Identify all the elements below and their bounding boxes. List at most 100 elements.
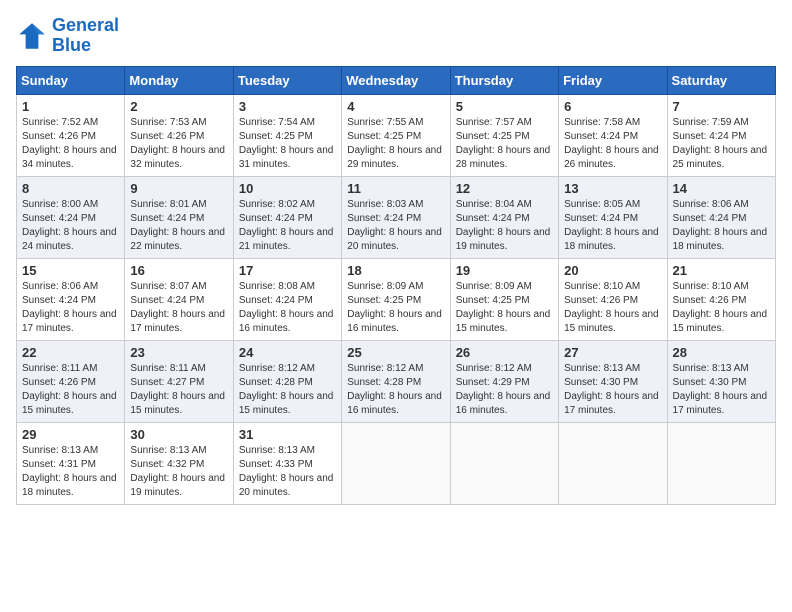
day-number: 20 bbox=[564, 263, 661, 278]
logo-text: General Blue bbox=[52, 16, 119, 56]
calendar-cell: 27 Sunrise: 8:13 AMSunset: 4:30 PMDayligh… bbox=[559, 340, 667, 422]
calendar-cell: 23 Sunrise: 8:11 AMSunset: 4:27 PMDayligh… bbox=[125, 340, 233, 422]
day-info: Sunrise: 8:09 AMSunset: 4:25 PMDaylight:… bbox=[456, 280, 553, 336]
day-info: Sunrise: 7:54 AMSunset: 4:25 PMDaylight:… bbox=[239, 116, 336, 172]
col-header-thursday: Thursday bbox=[450, 66, 558, 94]
calendar-cell: 28 Sunrise: 8:13 AMSunset: 4:30 PMDayligh… bbox=[667, 340, 775, 422]
day-number: 15 bbox=[22, 263, 119, 278]
day-info: Sunrise: 8:12 AMSunset: 4:29 PMDaylight:… bbox=[456, 362, 553, 418]
day-info: Sunrise: 8:07 AMSunset: 4:24 PMDaylight:… bbox=[130, 280, 227, 336]
calendar-week-row: 1 Sunrise: 7:52 AMSunset: 4:26 PMDaylight… bbox=[17, 94, 776, 176]
day-info: Sunrise: 7:58 AMSunset: 4:24 PMDaylight:… bbox=[564, 116, 661, 172]
day-number: 31 bbox=[239, 427, 336, 442]
calendar-cell bbox=[450, 422, 558, 504]
day-number: 5 bbox=[456, 99, 553, 114]
calendar-cell: 10Sunrise: 8:02 AMSunset: 4:24 PMDayligh… bbox=[233, 176, 341, 258]
day-number: 28 bbox=[673, 345, 770, 360]
day-info: Sunrise: 7:53 AMSunset: 4:26 PMDaylight:… bbox=[130, 116, 227, 172]
calendar-cell: 19 Sunrise: 8:09 AMSunset: 4:25 PMDayligh… bbox=[450, 258, 558, 340]
day-info: Sunrise: 7:52 AMSunset: 4:26 PMDaylight:… bbox=[22, 116, 119, 172]
day-number: 2 bbox=[130, 99, 227, 114]
calendar-cell: 22Sunrise: 8:11 AMSunset: 4:26 PMDayligh… bbox=[17, 340, 125, 422]
calendar-cell: 8 Sunrise: 8:00 AMSunset: 4:24 PMDaylight… bbox=[17, 176, 125, 258]
day-number: 27 bbox=[564, 345, 661, 360]
day-number: 16 bbox=[130, 263, 227, 278]
day-number: 24 bbox=[239, 345, 336, 360]
day-info: Sunrise: 8:13 AMSunset: 4:33 PMDaylight:… bbox=[239, 444, 336, 500]
calendar-cell: 2 Sunrise: 7:53 AMSunset: 4:26 PMDaylight… bbox=[125, 94, 233, 176]
day-info: Sunrise: 8:12 AMSunset: 4:28 PMDaylight:… bbox=[239, 362, 336, 418]
day-number: 18 bbox=[347, 263, 444, 278]
calendar-week-row: 22Sunrise: 8:11 AMSunset: 4:26 PMDayligh… bbox=[17, 340, 776, 422]
day-info: Sunrise: 7:59 AMSunset: 4:24 PMDaylight:… bbox=[673, 116, 770, 172]
calendar-cell: 17 Sunrise: 8:08 AMSunset: 4:24 PMDayligh… bbox=[233, 258, 341, 340]
day-info: Sunrise: 8:11 AMSunset: 4:26 PMDaylight:… bbox=[22, 362, 119, 418]
day-number: 21 bbox=[673, 263, 770, 278]
calendar-cell: 18Sunrise: 8:09 AMSunset: 4:25 PMDayligh… bbox=[342, 258, 450, 340]
calendar-cell: 13Sunrise: 8:05 AMSunset: 4:24 PMDayligh… bbox=[559, 176, 667, 258]
day-info: Sunrise: 8:00 AMSunset: 4:24 PMDaylight:… bbox=[22, 198, 119, 254]
calendar-cell bbox=[667, 422, 775, 504]
calendar-cell: 1 Sunrise: 7:52 AMSunset: 4:26 PMDaylight… bbox=[17, 94, 125, 176]
calendar-cell: 26 Sunrise: 8:12 AMSunset: 4:29 PMDayligh… bbox=[450, 340, 558, 422]
page-header: General Blue bbox=[16, 16, 776, 56]
calendar-cell: 7Sunrise: 7:59 AMSunset: 4:24 PMDaylight… bbox=[667, 94, 775, 176]
day-info: Sunrise: 8:13 AMSunset: 4:31 PMDaylight:… bbox=[22, 444, 119, 500]
calendar-cell: 3 Sunrise: 7:54 AMSunset: 4:25 PMDaylight… bbox=[233, 94, 341, 176]
calendar-week-row: 15 Sunrise: 8:06 AMSunset: 4:24 PMDayligh… bbox=[17, 258, 776, 340]
day-info: Sunrise: 8:01 AMSunset: 4:24 PMDaylight:… bbox=[130, 198, 227, 254]
day-info: Sunrise: 8:08 AMSunset: 4:24 PMDaylight:… bbox=[239, 280, 336, 336]
calendar-cell: 31 Sunrise: 8:13 AMSunset: 4:33 PMDayligh… bbox=[233, 422, 341, 504]
day-info: Sunrise: 8:06 AMSunset: 4:24 PMDaylight:… bbox=[22, 280, 119, 336]
calendar-cell: 30 Sunrise: 8:13 AMSunset: 4:32 PMDayligh… bbox=[125, 422, 233, 504]
day-info: Sunrise: 8:04 AMSunset: 4:24 PMDaylight:… bbox=[456, 198, 553, 254]
calendar-cell: 20 Sunrise: 8:10 AMSunset: 4:26 PMDayligh… bbox=[559, 258, 667, 340]
calendar-week-row: 29Sunrise: 8:13 AMSunset: 4:31 PMDayligh… bbox=[17, 422, 776, 504]
day-number: 8 bbox=[22, 181, 119, 196]
calendar-week-row: 8 Sunrise: 8:00 AMSunset: 4:24 PMDaylight… bbox=[17, 176, 776, 258]
logo-icon bbox=[16, 20, 48, 52]
day-number: 23 bbox=[130, 345, 227, 360]
calendar-cell: 12 Sunrise: 8:04 AMSunset: 4:24 PMDayligh… bbox=[450, 176, 558, 258]
day-number: 19 bbox=[456, 263, 553, 278]
day-number: 12 bbox=[456, 181, 553, 196]
day-info: Sunrise: 8:11 AMSunset: 4:27 PMDaylight:… bbox=[130, 362, 227, 418]
calendar-cell bbox=[342, 422, 450, 504]
calendar-cell: 15 Sunrise: 8:06 AMSunset: 4:24 PMDayligh… bbox=[17, 258, 125, 340]
day-info: Sunrise: 7:57 AMSunset: 4:25 PMDaylight:… bbox=[456, 116, 553, 172]
day-number: 17 bbox=[239, 263, 336, 278]
calendar-cell: 4Sunrise: 7:55 AMSunset: 4:25 PMDaylight… bbox=[342, 94, 450, 176]
day-number: 3 bbox=[239, 99, 336, 114]
col-header-friday: Friday bbox=[559, 66, 667, 94]
day-number: 10 bbox=[239, 181, 336, 196]
logo: General Blue bbox=[16, 16, 119, 56]
day-info: Sunrise: 8:13 AMSunset: 4:30 PMDaylight:… bbox=[673, 362, 770, 418]
calendar-cell: 14Sunrise: 8:06 AMSunset: 4:24 PMDayligh… bbox=[667, 176, 775, 258]
col-header-tuesday: Tuesday bbox=[233, 66, 341, 94]
calendar-cell: 21 Sunrise: 8:10 AMSunset: 4:26 PMDayligh… bbox=[667, 258, 775, 340]
day-number: 1 bbox=[22, 99, 119, 114]
day-info: Sunrise: 8:12 AMSunset: 4:28 PMDaylight:… bbox=[347, 362, 444, 418]
calendar-cell: 29Sunrise: 8:13 AMSunset: 4:31 PMDayligh… bbox=[17, 422, 125, 504]
calendar-cell: 25 Sunrise: 8:12 AMSunset: 4:28 PMDayligh… bbox=[342, 340, 450, 422]
calendar-table: SundayMondayTuesdayWednesdayThursdayFrid… bbox=[16, 66, 776, 505]
day-info: Sunrise: 8:05 AMSunset: 4:24 PMDaylight:… bbox=[564, 198, 661, 254]
day-info: Sunrise: 8:13 AMSunset: 4:30 PMDaylight:… bbox=[564, 362, 661, 418]
day-number: 26 bbox=[456, 345, 553, 360]
day-info: Sunrise: 8:10 AMSunset: 4:26 PMDaylight:… bbox=[673, 280, 770, 336]
day-info: Sunrise: 8:03 AMSunset: 4:24 PMDaylight:… bbox=[347, 198, 444, 254]
calendar-cell bbox=[559, 422, 667, 504]
day-number: 6 bbox=[564, 99, 661, 114]
col-header-monday: Monday bbox=[125, 66, 233, 94]
day-number: 30 bbox=[130, 427, 227, 442]
day-number: 25 bbox=[347, 345, 444, 360]
col-header-saturday: Saturday bbox=[667, 66, 775, 94]
calendar-cell: 9Sunrise: 8:01 AMSunset: 4:24 PMDaylight… bbox=[125, 176, 233, 258]
day-number: 11 bbox=[347, 181, 444, 196]
col-header-sunday: Sunday bbox=[17, 66, 125, 94]
calendar-header-row: SundayMondayTuesdayWednesdayThursdayFrid… bbox=[17, 66, 776, 94]
day-info: Sunrise: 8:13 AMSunset: 4:32 PMDaylight:… bbox=[130, 444, 227, 500]
calendar-cell: 24 Sunrise: 8:12 AMSunset: 4:28 PMDayligh… bbox=[233, 340, 341, 422]
day-info: Sunrise: 8:10 AMSunset: 4:26 PMDaylight:… bbox=[564, 280, 661, 336]
day-number: 14 bbox=[673, 181, 770, 196]
